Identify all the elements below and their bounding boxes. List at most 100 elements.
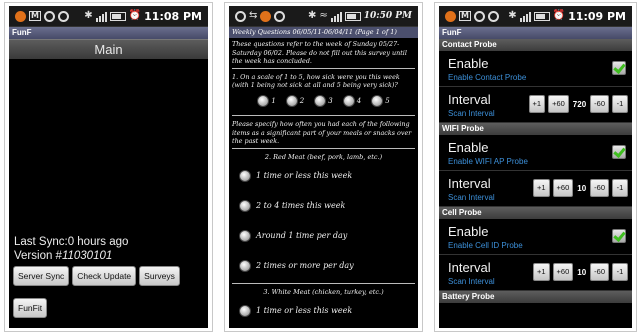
radio-button-icon[interactable] <box>314 94 327 107</box>
red-meat-option[interactable]: Around 1 time per day <box>229 221 418 251</box>
radio-button-icon[interactable] <box>285 94 298 107</box>
checkbox-checked-icon[interactable] <box>612 61 626 75</box>
radio-button-icon[interactable] <box>239 304 251 317</box>
scale-option[interactable]: 2 <box>285 94 304 107</box>
interval-stepper: +1 +60 10 -60 -1 <box>532 263 628 281</box>
surveys-button[interactable]: Surveys <box>139 266 180 286</box>
minus-1-button[interactable]: -1 <box>612 179 628 197</box>
checkbox-checked-icon[interactable] <box>612 229 626 243</box>
enable-label: Enable <box>448 224 489 239</box>
plus-1-button[interactable]: +1 <box>532 179 550 197</box>
plus-60-button[interactable]: +60 <box>548 95 569 113</box>
enable-row[interactable]: Enable Enable Contact Probe <box>439 51 632 87</box>
radio-button-icon[interactable] <box>239 169 251 182</box>
notification-icon <box>445 10 456 22</box>
enable-label: Enable <box>448 56 489 71</box>
sickness-scale: 1 2 3 4 5 <box>229 94 418 107</box>
white-meat-option[interactable]: 1 time or less this week <box>229 296 418 326</box>
server-sync-button[interactable]: Server Sync <box>13 266 70 286</box>
gmail-icon: M <box>29 11 41 21</box>
signal-icon <box>95 11 107 22</box>
funfit-button[interactable]: FunFit <box>13 298 48 318</box>
plus-60-button[interactable]: +60 <box>552 263 574 281</box>
alarm-icon: ⏰ <box>128 10 142 21</box>
interval-row: Interval Scan Interval +1 +60 10 -60 -1 <box>439 255 632 291</box>
divider <box>232 282 415 284</box>
radio-button-icon[interactable] <box>239 229 251 242</box>
phone-screen-main: M ✱ ⏰ 11:08 PM FunF Main Last Sync:0 hou… <box>4 2 213 332</box>
version-text: Version #11030101 <box>14 250 112 262</box>
bluetooth-icon: ✱ <box>307 10 317 21</box>
usb-icon: ⇆ <box>249 10 258 21</box>
gmail-icon: M <box>459 11 471 21</box>
status-time: 10:50 PM <box>363 11 412 21</box>
signal-icon <box>519 11 531 22</box>
radio-button-icon[interactable] <box>239 259 251 272</box>
minus-1-button[interactable]: -1 <box>612 263 628 281</box>
enable-description: Enable Cell ID Probe <box>448 241 523 250</box>
battery-icon <box>344 11 361 21</box>
battery-icon <box>533 11 550 21</box>
scale-option[interactable]: 1 <box>257 94 276 107</box>
red-meat-option[interactable]: 1 time or less this week <box>229 161 418 191</box>
plus-60-button[interactable]: +60 <box>552 179 574 197</box>
status-time: 11:09 PM <box>568 9 626 23</box>
version-number: 11030101 <box>61 250 113 262</box>
interval-stepper: +1 +60 720 -60 -1 <box>528 95 628 113</box>
phone-screen-probes: M ✱ ⏰ 11:09 PM FunF Contact Probe Enable… <box>434 2 637 332</box>
alert-icon <box>58 10 69 22</box>
minus-60-button[interactable]: -60 <box>590 179 609 197</box>
alarm-icon: ⏰ <box>552 10 566 21</box>
status-bar: ⇆ ✱ ≈ 10:50 PM <box>229 6 418 27</box>
red-meat-title: 2. Red Meat (beef, pork, lamb, etc.) <box>264 152 383 161</box>
scale-option[interactable]: 5 <box>371 94 390 107</box>
app-title-bar: FunF <box>439 27 632 39</box>
last-sync-text: Last Sync:0 hours ago <box>14 236 129 248</box>
scale-option[interactable]: 3 <box>314 94 333 107</box>
status-time: 11:08 PM <box>144 9 202 23</box>
divider <box>232 67 415 69</box>
scale-option[interactable]: 4 <box>342 94 361 107</box>
section-header-battery-probe: Battery Probe <box>439 291 632 303</box>
radio-button-icon[interactable] <box>257 94 270 107</box>
interval-value: 720 <box>572 99 587 109</box>
action-button-row: Server Sync Check Update Surveys <box>13 266 180 286</box>
enable-row[interactable]: Enable Enable Cell ID Probe <box>439 219 632 255</box>
red-meat-option[interactable]: 2 times or more per day <box>229 251 418 281</box>
radio-button-icon[interactable] <box>342 94 355 107</box>
interval-description: Scan Interval <box>448 277 495 286</box>
enable-description: Enable Contact Probe <box>448 73 527 82</box>
interval-label: Interval <box>448 176 491 191</box>
interval-label: Interval <box>448 260 491 275</box>
enable-row[interactable]: Enable Enable WIFI AP Probe <box>439 135 632 171</box>
app-title-bar: FunF <box>9 27 208 39</box>
wifi-icon: ≈ <box>319 10 328 21</box>
plus-1-button[interactable]: +1 <box>532 263 550 281</box>
interval-stepper: +1 +60 10 -60 -1 <box>532 179 628 197</box>
radio-button-icon[interactable] <box>371 94 384 107</box>
minus-60-button[interactable]: -60 <box>590 263 609 281</box>
app-icon <box>260 10 272 22</box>
section-header-wifi-probe: WIFI Probe <box>439 123 632 135</box>
alert-icon <box>488 10 499 22</box>
alert-icon <box>274 10 286 22</box>
version-prefix: Version # <box>14 250 62 262</box>
section-header-cell-probe: Cell Probe <box>439 207 632 219</box>
bluetooth-icon: ✱ <box>508 10 517 21</box>
red-meat-option[interactable]: 2 to 4 times this week <box>229 191 418 221</box>
check-update-button[interactable]: Check Update <box>72 266 137 286</box>
phone-screen-survey: ⇆ ✱ ≈ 10:50 PM Weekly Questions 06/05/11… <box>224 2 423 332</box>
checkbox-checked-icon[interactable] <box>612 145 626 159</box>
interval-row: Interval Scan Interval +1 +60 720 -60 -1 <box>439 87 632 123</box>
survey-title: Weekly Questions 06/05/11-06/04/11 (Page… <box>229 27 418 38</box>
interval-row: Interval Scan Interval +1 +60 10 -60 -1 <box>439 171 632 207</box>
section-header-contact-probe: Contact Probe <box>439 39 632 51</box>
radio-button-icon[interactable] <box>239 199 251 212</box>
enable-description: Enable WIFI AP Probe <box>448 157 528 166</box>
bluetooth-icon: ✱ <box>84 10 93 21</box>
minus-60-button[interactable]: -60 <box>590 95 609 113</box>
minus-1-button[interactable]: -1 <box>612 95 628 113</box>
interval-description: Scan Interval <box>448 109 495 118</box>
plus-1-button[interactable]: +1 <box>528 95 546 113</box>
sync-icon <box>44 10 55 22</box>
